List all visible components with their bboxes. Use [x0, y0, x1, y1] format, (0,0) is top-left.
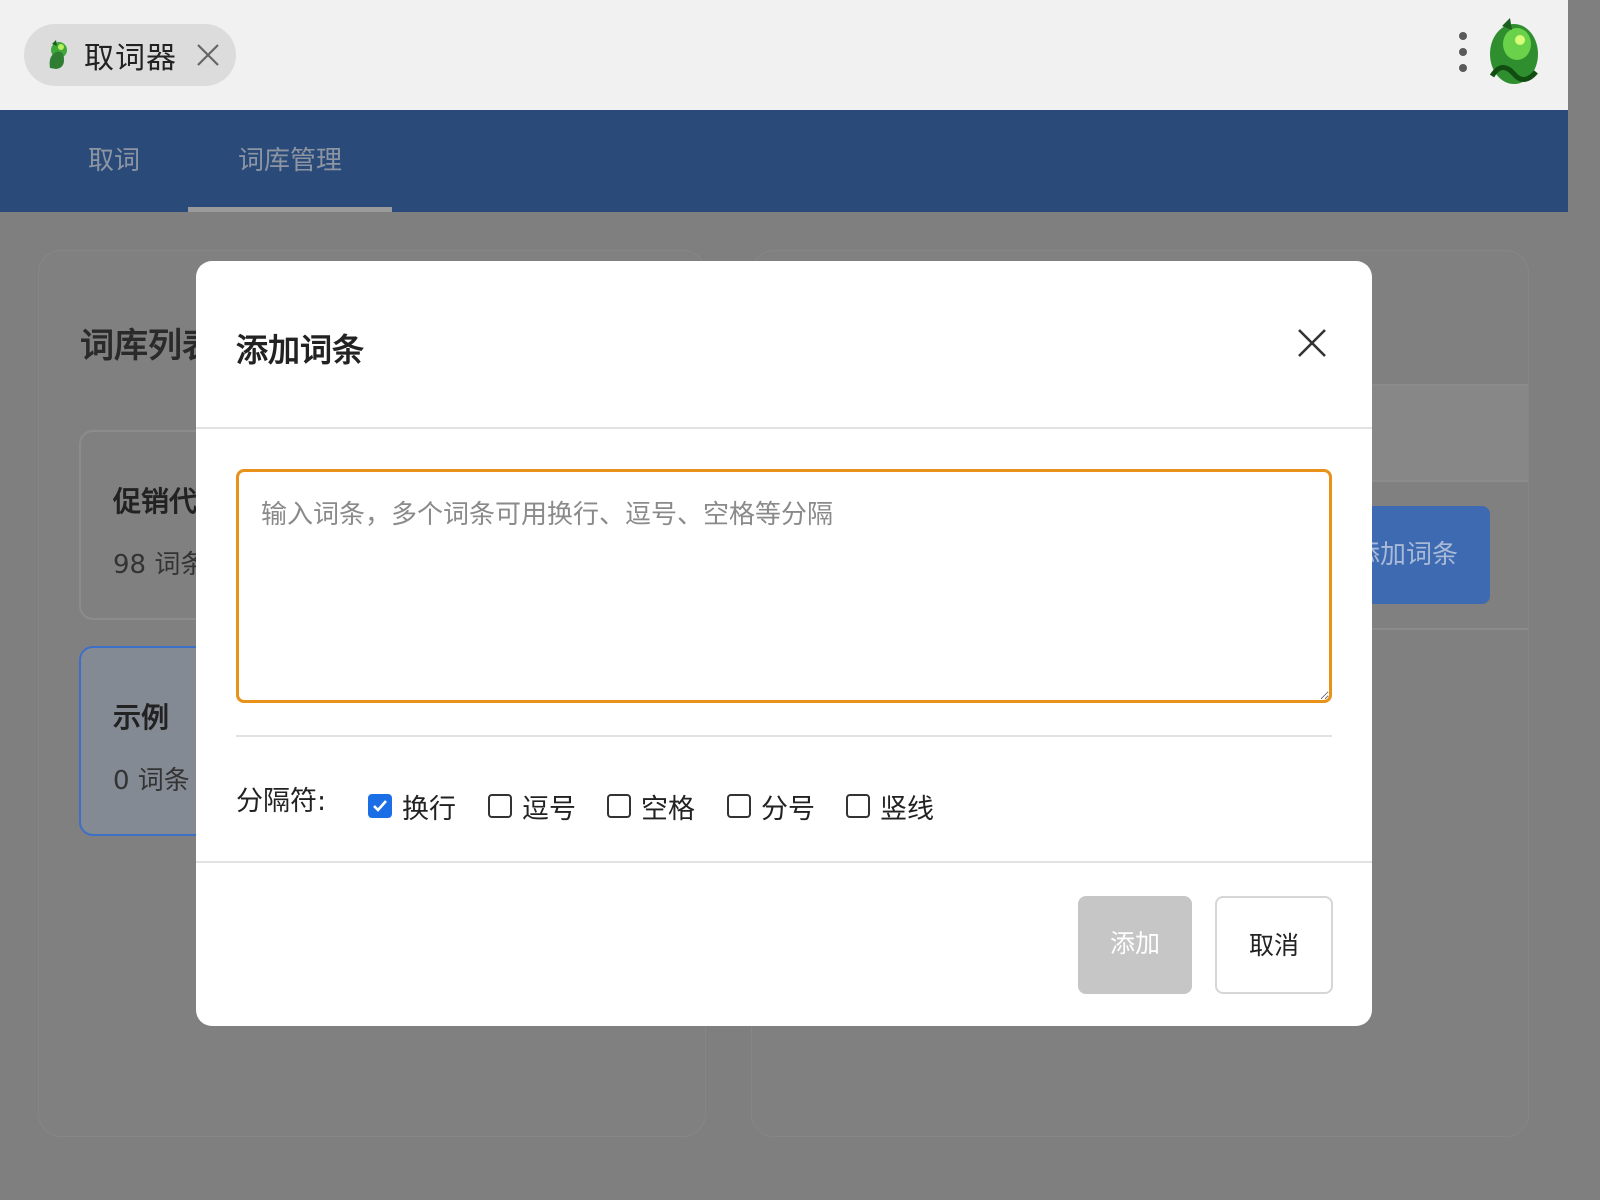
checkbox[interactable] [607, 794, 631, 818]
separator-option-label: 竖线 [880, 793, 934, 825]
divider [196, 861, 1372, 863]
checkbox[interactable] [488, 794, 512, 818]
app-dragon-icon [49, 40, 67, 69]
close-icon[interactable] [196, 43, 220, 67]
separator-option-label: 分号 [761, 793, 815, 825]
divider [196, 427, 1372, 429]
tab-library-management[interactable]: 词库管理 [188, 110, 392, 212]
divider [1372, 628, 1528, 630]
divider [1372, 480, 1528, 482]
separator-option-label: 逗号 [522, 793, 576, 825]
divider [236, 735, 1332, 737]
entries-textarea[interactable] [236, 469, 1332, 703]
tab-title: 取词器 [84, 41, 177, 76]
table-header-band [1372, 386, 1528, 480]
separator-label: 分隔符: [236, 786, 327, 817]
checkbox-checked[interactable] [368, 794, 392, 818]
dialog-title: 添加词条 [236, 331, 365, 369]
library-count: 98 词条 [113, 550, 207, 580]
separator-option-label: 空格 [641, 793, 695, 825]
close-icon[interactable] [1296, 327, 1328, 359]
dragon-avatar-icon[interactable] [1484, 16, 1542, 88]
library-name: 促销代 [113, 485, 198, 518]
title-bar: 取词器 [0, 0, 1568, 110]
main-nav: 取词 词库管理 [0, 110, 1568, 212]
separator-option-space[interactable]: 空格 [607, 789, 695, 825]
separator-option-pipe[interactable]: 竖线 [846, 789, 934, 825]
separator-option-label: 换行 [402, 793, 456, 825]
tab-pick-words[interactable]: 取词 [60, 110, 168, 212]
checkbox[interactable] [846, 794, 870, 818]
separator-option-semicolon[interactable]: 分号 [727, 789, 815, 825]
add-button[interactable]: 添加 [1078, 896, 1192, 994]
add-entry-dialog: 添加词条 分隔符: 换行 逗号 空格 分号 竖线 添加 取消 [196, 261, 1372, 1026]
cancel-button[interactable]: 取消 [1215, 896, 1333, 994]
separator-option-newline[interactable]: 换行 [368, 789, 456, 825]
kebab-menu-icon[interactable] [1456, 32, 1470, 76]
browser-tab[interactable]: 取词器 [24, 24, 236, 86]
library-count: 0 词条 | [113, 766, 207, 796]
check-icon [373, 800, 387, 812]
separator-option-comma[interactable]: 逗号 [488, 789, 576, 825]
library-name: 示例 [113, 701, 170, 734]
checkbox[interactable] [727, 794, 751, 818]
